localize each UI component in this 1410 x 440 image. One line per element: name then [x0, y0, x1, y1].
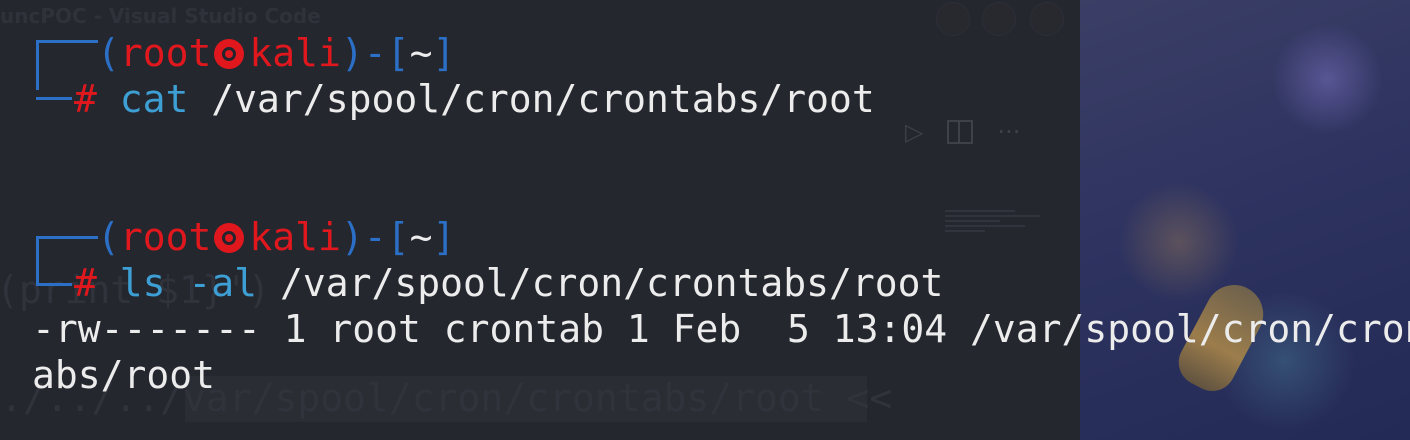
command-line: # ls -al /var/spool/cron/crontabs/root — [74, 260, 943, 306]
command-args: /var/spool/cron/crontabs/root — [257, 261, 944, 305]
command-flag: -al — [165, 261, 258, 305]
play-icon: ▷ — [905, 118, 924, 146]
command-name: cat — [119, 77, 189, 121]
window-maximize-button — [982, 2, 1016, 36]
prompt-symbol: # — [74, 261, 97, 305]
prompt-header: (root kali)-[~] — [97, 215, 456, 259]
prompt-user: root — [119, 215, 212, 259]
desktop-wallpaper — [1080, 0, 1410, 440]
command-name: ls — [119, 261, 166, 305]
prompt-frame-bottom — [36, 97, 72, 100]
editor-minimap — [945, 210, 1045, 260]
command-output-line: -rw------- 1 root crontab 1 Feb 5 13:04 … — [32, 307, 1410, 351]
kali-skull-icon — [214, 39, 245, 69]
prompt-frame-bottom — [36, 283, 72, 286]
prompt-symbol: # — [74, 77, 97, 121]
prompt-dir: ~ — [409, 215, 433, 259]
prompt-header: (root kali)-[~] — [97, 31, 456, 75]
prompt-dir: ~ — [409, 31, 433, 75]
prompt-user: root — [119, 31, 212, 75]
command-line: # cat /var/spool/cron/crontabs/root — [74, 76, 875, 122]
prompt-host: kali — [249, 31, 341, 75]
split-editor-icon — [947, 120, 974, 144]
window-close-button — [1030, 2, 1064, 36]
editor-actions: ▷ ··· — [905, 118, 1020, 146]
command-args: /var/spool/cron/crontabs/root — [188, 77, 875, 121]
prompt-host: kali — [249, 215, 341, 259]
more-actions-icon: ··· — [997, 118, 1021, 146]
window-minimize-button — [936, 2, 970, 36]
command-output-line: abs/root — [32, 353, 216, 397]
vscode-window-title: uncPOC - Visual Studio Code — [0, 4, 321, 28]
kali-skull-icon — [214, 223, 245, 253]
